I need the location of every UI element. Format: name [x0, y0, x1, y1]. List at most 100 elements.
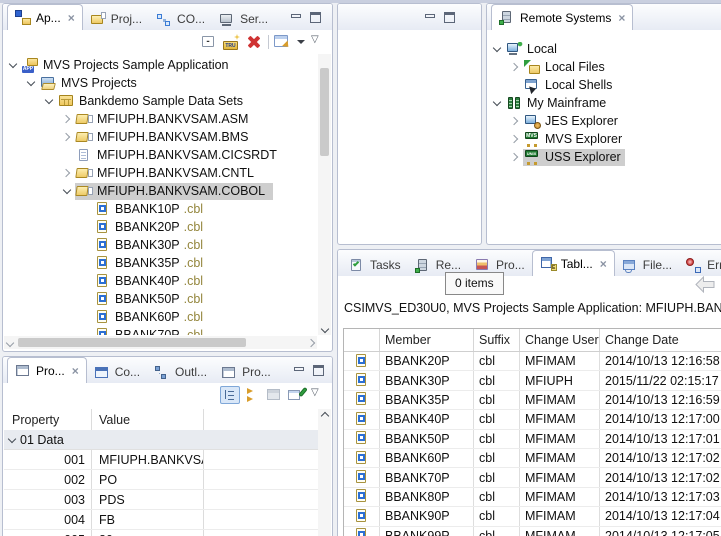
member-row[interactable]: BBANK99P cbl MFIMAM 2014/10/13 12:17:05: [344, 527, 721, 536]
tree-item[interactable]: My Mainframe: [489, 94, 719, 112]
scroll-left-icon[interactable]: [4, 336, 17, 349]
view-tab[interactable]: CO...: [149, 8, 212, 30]
expander-icon[interactable]: [77, 272, 93, 290]
pin-view-icon[interactable]: [288, 387, 306, 403]
property-category-row[interactable]: 01 Data: [4, 430, 318, 450]
view-tab[interactable]: Proj...: [83, 8, 149, 30]
scroll-up-icon[interactable]: [318, 409, 331, 422]
expander-icon[interactable]: [77, 254, 93, 272]
expander-icon[interactable]: [4, 431, 20, 449]
expander-icon[interactable]: [77, 308, 93, 326]
member-row[interactable]: BBANK35P cbl MFIMAM 2014/10/13 12:16:59: [344, 391, 721, 410]
maximize-icon[interactable]: [309, 11, 323, 23]
expander-icon[interactable]: [41, 92, 57, 110]
scroll-down-icon[interactable]: [318, 322, 331, 335]
view-tab[interactable]: Outl...: [147, 361, 214, 383]
restore-default-icon[interactable]: [266, 387, 284, 403]
member-row[interactable]: BBANK90P cbl MFIMAM 2014/10/13 12:17:04: [344, 507, 721, 526]
sep-icon[interactable]: [267, 34, 270, 50]
view-tab[interactable]: Pro... ×: [7, 357, 87, 383]
view-tab[interactable]: Pro...: [214, 361, 278, 383]
column-header-suffix[interactable]: Suffix: [474, 329, 520, 351]
expander-icon[interactable]: [489, 40, 505, 58]
tree-item[interactable]: USS Explorer: [489, 148, 719, 166]
tree-item[interactable]: MFIUPH.BANKVSAM.ASM: [5, 110, 317, 128]
expander-icon[interactable]: [77, 218, 93, 236]
member-row[interactable]: BBANK40P cbl MFIMAM 2014/10/13 12:17:00: [344, 410, 721, 429]
scroll-right-icon[interactable]: [304, 336, 317, 349]
column-header-member[interactable]: Member: [380, 329, 474, 351]
maximize-icon[interactable]: [443, 11, 457, 23]
expander-icon[interactable]: [489, 94, 505, 112]
column-header-change-user[interactable]: Change User: [520, 329, 600, 351]
expander-icon[interactable]: [59, 110, 75, 128]
advanced-props-icon[interactable]: [244, 387, 262, 403]
property-row[interactable]: 001 MFIUPH.BANKVSAM....: [4, 450, 318, 470]
tree-item[interactable]: BBANK70P.cbl: [5, 326, 317, 335]
column-header-property[interactable]: Property: [4, 409, 92, 430]
expander-icon[interactable]: [59, 164, 75, 182]
minimize-icon[interactable]: [289, 11, 303, 23]
property-row[interactable]: 003 PDS: [4, 490, 318, 510]
view-tab[interactable]: Tasks: [342, 254, 408, 276]
tree-item[interactable]: Local Shells: [489, 76, 719, 94]
vertical-scrollbar[interactable]: [318, 409, 331, 536]
view-tab[interactable]: Ser...: [212, 8, 275, 30]
minimize-icon[interactable]: [423, 11, 437, 23]
tree-item[interactable]: BBANK60P.cbl: [5, 308, 317, 326]
expander-icon[interactable]: [23, 74, 39, 92]
vertical-scrollbar[interactable]: [318, 54, 331, 335]
tree-item[interactable]: Local: [489, 40, 719, 58]
view-tab[interactable]: Ap... ×: [7, 4, 83, 30]
expander-icon[interactable]: [77, 326, 93, 335]
member-row[interactable]: BBANK50P cbl MFIMAM 2014/10/13 12:17:01: [344, 430, 721, 449]
tab-close-icon[interactable]: ×: [72, 364, 79, 378]
view-tab[interactable]: Tabl... ×: [532, 250, 615, 276]
tree-item[interactable]: MVS Projects Sample Application: [5, 56, 317, 74]
view-menu-icon[interactable]: [310, 34, 324, 50]
collapse-all-icon[interactable]: [201, 34, 219, 50]
tree-item[interactable]: Bankdemo Sample Data Sets: [5, 92, 317, 110]
member-row[interactable]: BBANK30P cbl MFIUPH 2015/11/22 02:15:17: [344, 371, 721, 390]
expander-icon[interactable]: [77, 290, 93, 308]
tree-item[interactable]: Local Files: [489, 58, 719, 76]
expander-icon[interactable]: [59, 128, 75, 146]
tree-item[interactable]: BBANK40P.cbl: [5, 272, 317, 290]
expander-icon[interactable]: [5, 56, 21, 74]
column-header-change-date[interactable]: Change Date: [600, 329, 721, 351]
tree-item[interactable]: MFIUPH.BANKVSAM.BMS: [5, 128, 317, 146]
tab-close-icon[interactable]: ×: [68, 11, 75, 25]
tree-item[interactable]: MVS Explorer: [489, 130, 719, 148]
member-row[interactable]: BBANK20P cbl MFIMAM 2014/10/13 12:16:58: [344, 352, 721, 371]
tree-item[interactable]: BBANK10P.cbl: [5, 200, 317, 218]
caret-icon[interactable]: [296, 34, 306, 50]
member-row[interactable]: BBANK60P cbl MFIMAM 2014/10/13 12:17:02: [344, 449, 721, 468]
property-row[interactable]: 005 80: [4, 530, 318, 536]
tru-add-icon[interactable]: [223, 34, 241, 50]
view-select-icon[interactable]: [274, 34, 292, 50]
tab-close-icon[interactable]: ×: [600, 257, 607, 271]
member-row[interactable]: BBANK70P cbl MFIMAM 2014/10/13 12:17:02: [344, 468, 721, 487]
scrollbar-thumb[interactable]: [18, 338, 246, 347]
remove-icon[interactable]: [245, 34, 263, 50]
horizontal-scrollbar[interactable]: [4, 336, 317, 349]
back-arrow-icon[interactable]: [695, 276, 715, 293]
expander-icon[interactable]: [77, 236, 93, 254]
expander-icon[interactable]: [507, 76, 523, 94]
tree-item[interactable]: BBANK30P.cbl: [5, 236, 317, 254]
expander-icon[interactable]: [507, 148, 523, 166]
tree-item[interactable]: MFIUPH.BANKVSAM.CNTL: [5, 164, 317, 182]
tree-item[interactable]: MFIUPH.BANKVSAM.CICSRDT: [5, 146, 317, 164]
maximize-icon[interactable]: [312, 364, 326, 376]
property-row[interactable]: 002 PO: [4, 470, 318, 490]
tab-close-icon[interactable]: ×: [618, 11, 625, 25]
tree-item[interactable]: JES Explorer: [489, 112, 719, 130]
view-tab[interactable]: Erro...: [679, 254, 721, 276]
member-row[interactable]: BBANK80P cbl MFIMAM 2014/10/13 12:17:03: [344, 488, 721, 507]
view-tab[interactable]: Co...: [87, 361, 147, 383]
scrollbar-thumb[interactable]: [320, 68, 329, 156]
minimize-icon[interactable]: [292, 364, 306, 376]
tree-mode-icon[interactable]: [220, 386, 240, 404]
tree-item[interactable]: MVS Projects: [5, 74, 317, 92]
tab-remote-systems[interactable]: Remote Systems ×: [491, 4, 633, 30]
